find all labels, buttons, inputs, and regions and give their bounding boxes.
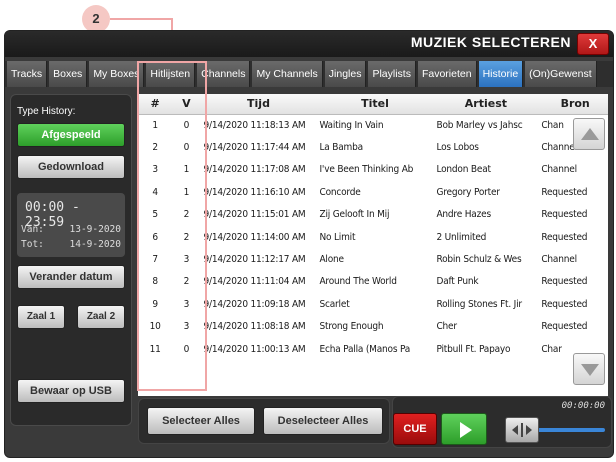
callout-highlight-box [137, 61, 207, 391]
change-date-button[interactable]: Verander datum [17, 265, 125, 289]
table-cell: 9/14/2020 11:16:10 AM [203, 186, 306, 198]
table-cell: Zij Gelooft In Mij [319, 209, 390, 221]
table-cell: 9/14/2020 11:17:44 AM [203, 142, 306, 154]
table-cell: 2 Unlimited [436, 231, 487, 243]
table-row[interactable]: 8 2 9/14/2020 11:11:04 AM Around The World D… [138, 271, 608, 293]
column-header[interactable]: Artiest [433, 94, 539, 115]
callout-connector [110, 18, 172, 20]
table-header-row: # V Tijd Titel Artiest Bron [138, 94, 608, 115]
table-cell: 9/14/2020 11:15:01 AM [203, 209, 306, 221]
table-cell: Daft Punk [436, 276, 479, 288]
tab-tracks[interactable]: Tracks [7, 61, 48, 87]
tab-jingles[interactable]: Jingles [324, 61, 367, 87]
bottom-action-bar: Selecteer Alles Deselecteer Alles [138, 398, 390, 444]
cue-button[interactable]: CUE [393, 413, 437, 445]
slider-thumb-icon[interactable] [505, 417, 539, 443]
to-date-value: 14-9-2020 [69, 239, 121, 250]
table-cell: Cher [436, 321, 457, 333]
table-cell: 9/14/2020 11:14:00 AM [203, 231, 306, 243]
table-cell: 9/14/2020 11:08:18 AM [203, 321, 306, 333]
table-cell: I've Been Thinking Ab [319, 164, 414, 176]
from-label: Van: [21, 224, 44, 235]
table-row[interactable]: 4 1 9/14/2020 11:16:10 AM Concorde Gregory P… [138, 181, 608, 203]
date-time-box: 00:00 - 23:59 Van: 13-9-2020 Tot: 14-9-2… [17, 193, 125, 257]
type-history-label: Type History: [17, 106, 76, 117]
table-cell: Requested [541, 231, 588, 243]
to-date-row: Tot: 14-9-2020 [21, 239, 121, 250]
scroll-up-button[interactable] [573, 118, 605, 150]
table-row[interactable]: 1 0 9/14/2020 11:18:13 AM Waiting In Vain Bo… [138, 114, 608, 136]
table-cell: Scarlet [319, 298, 350, 310]
table-cell: Strong Enough [319, 321, 384, 333]
table-cell: 9/14/2020 11:12:17 AM [203, 254, 306, 266]
window-title: MUZIEK SELECTEREN [410, 34, 571, 50]
tab-on-gewenst[interactable]: (On)Gewenst [525, 61, 597, 87]
zaal-2-button[interactable]: Zaal 2 [77, 305, 125, 329]
tab-bar: Tracks Boxes My Boxes Hitlijsten Channels My … [5, 61, 613, 87]
table-cell: Requested [541, 276, 588, 288]
table-cell: Rolling Stones Ft. Jir [436, 298, 522, 310]
tab-boxes[interactable]: Boxes [49, 61, 88, 87]
tab-favorieten[interactable]: Favorieten [417, 61, 477, 87]
column-header[interactable]: Tijd [200, 94, 317, 115]
table-cell: La Bamba [319, 142, 363, 154]
table-cell: 9/14/2020 11:17:08 AM [203, 164, 306, 176]
table-cell: Los Lobos [436, 142, 479, 154]
callout-badge: 2 [82, 5, 110, 33]
table-row[interactable]: 9 3 9/14/2020 11:09:18 AM Scarlet Rolling St… [138, 293, 608, 315]
table-cell: Bob Marley vs Jahsc [436, 119, 523, 131]
player-controls: 00:00:00 CUE [392, 396, 612, 448]
table-cell: 9/14/2020 11:00:13 AM [203, 343, 306, 355]
table-cell: 9/14/2020 11:11:04 AM [203, 276, 306, 288]
scroll-down-button[interactable] [573, 353, 605, 385]
to-label: Tot: [21, 239, 44, 250]
table-cell: 9/14/2020 11:09:18 AM [203, 298, 306, 310]
history-sidebar: Type History: Afgespeeld Gedownload 00:0… [10, 94, 132, 426]
close-button[interactable]: X [577, 33, 609, 55]
play-button[interactable] [441, 413, 487, 445]
table-row[interactable]: 6 2 9/14/2020 11:14:00 AM No Limit 2 Unlimit… [138, 226, 608, 248]
table-row[interactable]: 3 1 9/14/2020 11:17:08 AM I've Been Thinkin… [138, 159, 608, 181]
select-all-button[interactable]: Selecteer Alles [147, 407, 255, 435]
table-cell: Echa Palla (Manos Pa [319, 343, 411, 355]
save-usb-button[interactable]: Bewaar op USB [17, 379, 125, 403]
table-cell: Concorde [319, 186, 361, 198]
table-cell: Around The World [319, 276, 397, 288]
table-row[interactable]: 11 0 9/14/2020 11:00:13 AM Echa Palla (Mano… [138, 338, 608, 360]
from-date-row: Van: 13-9-2020 [21, 224, 121, 235]
table-cell: Robin Schulz & Wes [436, 254, 522, 266]
table-cell: Alone [319, 254, 344, 266]
table-cell: Gregory Porter [436, 186, 500, 198]
played-button[interactable]: Afgespeeld [17, 123, 125, 147]
table-cell: Channel [541, 254, 577, 266]
tab-my-channels[interactable]: My Channels [252, 61, 323, 87]
zaal-1-button[interactable]: Zaal 1 [17, 305, 65, 329]
table-cell: Requested [541, 298, 588, 310]
table-cell: 9/14/2020 11:18:13 AM [203, 119, 306, 131]
table-row[interactable]: 10 3 9/14/2020 11:08:18 AM Strong Enough Che… [138, 316, 608, 338]
table-cell: Requested [541, 209, 588, 221]
table-row[interactable]: 7 3 9/14/2020 11:12:17 AM Alone Robin Schulz… [138, 248, 608, 270]
title-bar: MUZIEK SELECTEREN X [5, 31, 613, 57]
deselect-all-button[interactable]: Deselecteer Alles [263, 407, 383, 435]
table-cell: Andre Hazes [436, 209, 491, 221]
table-cell: Requested [541, 186, 588, 198]
from-date-value: 13-9-2020 [69, 224, 121, 235]
column-header[interactable]: Bron [538, 94, 608, 115]
table-cell: Waiting In Vain [319, 119, 384, 131]
table-cell: No Limit [319, 231, 356, 243]
history-table: # V Tijd Titel Artiest Bron 1 0 9/14/2020 11:18… [138, 94, 608, 396]
table-cell: London Beat [436, 164, 491, 176]
table-cell: Requested [541, 321, 588, 333]
tab-playlists[interactable]: Playlists [368, 61, 416, 87]
downloaded-button[interactable]: Gedownload [17, 155, 125, 179]
table-row[interactable]: 5 2 9/14/2020 11:15:01 AM Zij Gelooft In Mi… [138, 204, 608, 226]
tab-historie[interactable]: Historie [478, 61, 524, 87]
table-row[interactable]: 2 0 9/14/2020 11:17:44 AM La Bamba Los Lobos… [138, 136, 608, 158]
table-cell: Channel [541, 164, 577, 176]
table-cell: Pitbull Ft. Papayo [436, 343, 511, 355]
column-header[interactable]: Titel [316, 94, 434, 115]
playback-time: 00:00:00 [561, 401, 605, 411]
